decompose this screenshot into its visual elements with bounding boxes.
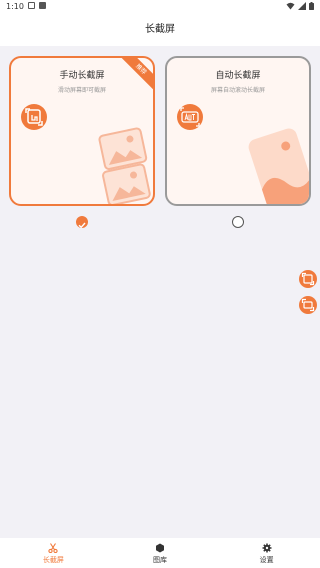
card-subtitle: 屏幕自动滚动长截屏 <box>210 87 265 94</box>
checkmark-icon <box>78 222 86 229</box>
auto-mode-radio[interactable] <box>232 216 244 228</box>
gear-icon <box>262 543 272 553</box>
auto-long-screenshot-card[interactable]: 自动长截屏 屏幕自动滚动长截屏 <box>165 56 311 206</box>
page-title: 长截屏 <box>145 24 175 35</box>
floating-capture-button[interactable] <box>299 270 317 288</box>
nav-label: 设置 <box>259 556 274 564</box>
bottom-nav: 长截屏 图库 设置 <box>0 538 320 568</box>
nav-item-gallery[interactable]: 图库 <box>107 538 214 568</box>
card-title: 手动长截屏 <box>59 71 105 81</box>
battery-icon <box>309 2 314 10</box>
image-notification-icon <box>28 2 35 9</box>
gallery-illustration <box>98 127 151 204</box>
download-notification-icon <box>39 2 46 9</box>
manual-long-screenshot-card[interactable]: 手动长截屏 滑动屏幕即可截屏 推荐 <box>9 56 155 206</box>
card-subtitle: 滑动屏幕即可截屏 <box>57 87 106 94</box>
signal-icon <box>298 2 306 10</box>
nav-item-long-screenshot[interactable]: 长截屏 <box>0 538 107 568</box>
scissors-icon <box>48 543 58 553</box>
floating-capture-alt-icon <box>301 298 315 312</box>
auto-capture-icon <box>177 104 203 130</box>
main-content: 手动长截屏 滑动屏幕即可截屏 推荐 自动长截屏 屏幕自动滚动长截屏 <box>0 46 320 538</box>
status-time: 1:10 <box>6 2 24 11</box>
document-illustration <box>248 128 309 204</box>
app-header: 长截屏 <box>0 14 320 46</box>
nav-label: 长截屏 <box>42 556 64 564</box>
floating-capture-alt-button[interactable] <box>299 296 317 314</box>
wifi-icon <box>286 2 295 10</box>
card-title: 自动长截屏 <box>215 71 261 81</box>
manual-scroll-capture-icon <box>21 104 47 130</box>
system-icons <box>286 2 314 10</box>
notification-icons <box>28 2 46 9</box>
gallery-icon <box>156 543 164 553</box>
nav-item-settings[interactable]: 设置 <box>213 538 320 568</box>
manual-mode-radio[interactable] <box>76 216 88 229</box>
floating-capture-icon <box>301 272 315 286</box>
nav-label: 图库 <box>153 556 167 564</box>
status-bar: 1:10 <box>0 0 320 14</box>
